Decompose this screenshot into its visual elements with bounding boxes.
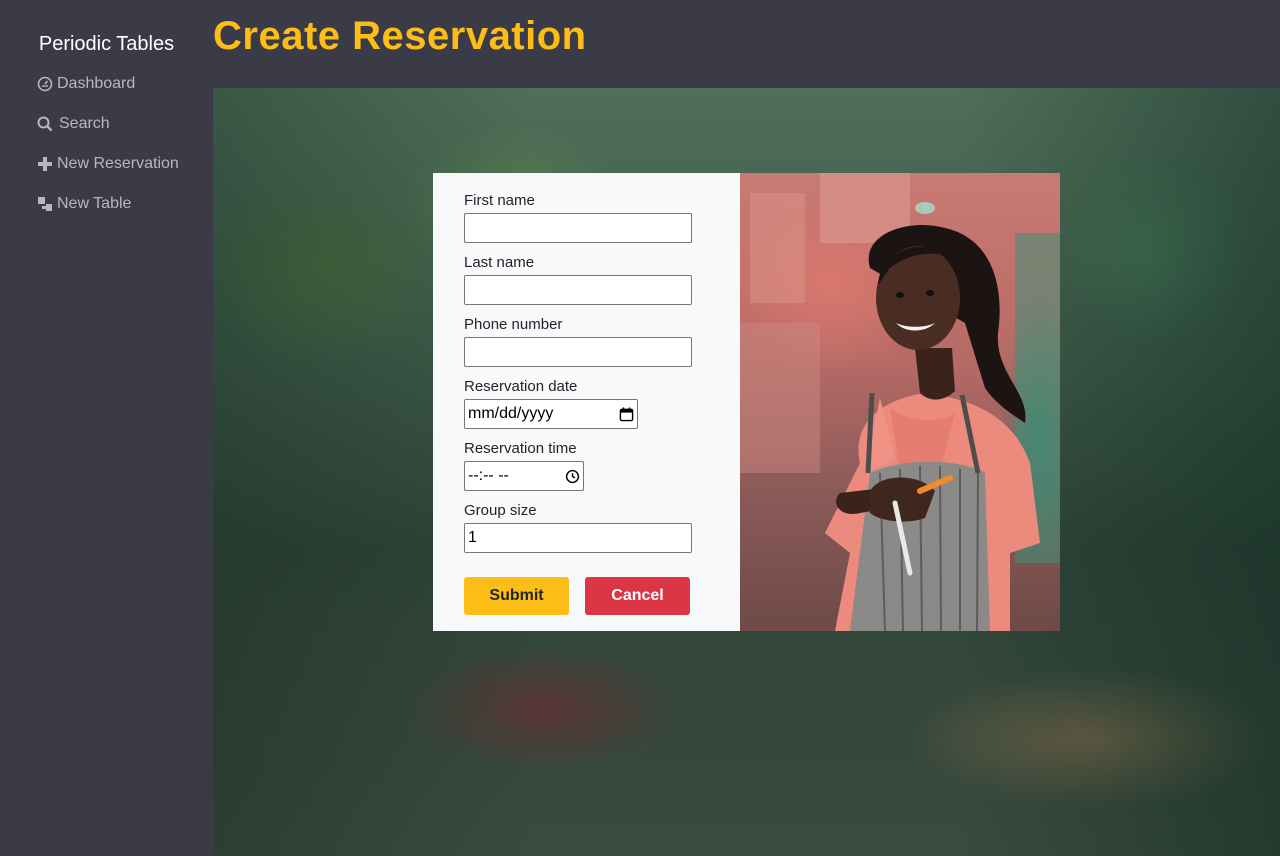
group-size-field[interactable]: 1: [464, 523, 692, 553]
phone-number-field[interactable]: [464, 337, 692, 367]
reservation-time-label: Reservation time: [464, 440, 577, 457]
sidebar: Periodic Tables Dashboard Search New Res…: [0, 0, 213, 856]
sidebar-item-new-table[interactable]: New Table: [37, 192, 131, 216]
table-icon: [38, 197, 52, 211]
sidebar-item-label: New Reservation: [57, 155, 179, 172]
cancel-button[interactable]: Cancel: [585, 577, 690, 615]
reservation-time-field[interactable]: --:-- --: [464, 461, 584, 491]
waitress-photo: [740, 173, 1060, 631]
plus-icon: [38, 157, 52, 171]
calendar-icon[interactable]: [619, 406, 634, 422]
submit-button[interactable]: Submit: [464, 577, 569, 615]
search-icon: [37, 116, 53, 132]
last-name-label: Last name: [464, 254, 535, 271]
reservation-date-label: Reservation date: [464, 378, 578, 395]
first-name-label: First name: [464, 192, 535, 209]
sidebar-item-dashboard[interactable]: Dashboard: [37, 72, 135, 96]
date-placeholder: mm/dd/yyyy: [468, 405, 554, 422]
reservation-card: First name Last name Phone number Reserv…: [433, 173, 1060, 631]
sidebar-item-label: Dashboard: [57, 75, 136, 92]
waitress-illustration: [740, 173, 1060, 631]
sidebar-item-search[interactable]: Search: [37, 112, 110, 136]
sidebar-item-new-reservation[interactable]: New Reservation: [37, 152, 179, 176]
sidebar-item-label: Search: [59, 115, 110, 132]
page-title: Create Reservation: [213, 14, 587, 58]
dashboard-icon: [37, 76, 53, 92]
reservation-date-field[interactable]: mm/dd/yyyy: [464, 399, 638, 429]
sidebar-item-label: New Table: [57, 195, 132, 212]
group-size-label: Group size: [464, 502, 537, 519]
last-name-field[interactable]: [464, 275, 692, 305]
time-placeholder: --:-- --: [468, 467, 509, 484]
clock-icon[interactable]: [565, 469, 580, 484]
phone-number-label: Phone number: [464, 316, 563, 333]
brand-title[interactable]: Periodic Tables: [0, 33, 213, 56]
first-name-field[interactable]: [464, 213, 692, 243]
reservation-form: First name Last name Phone number Reserv…: [433, 173, 740, 631]
